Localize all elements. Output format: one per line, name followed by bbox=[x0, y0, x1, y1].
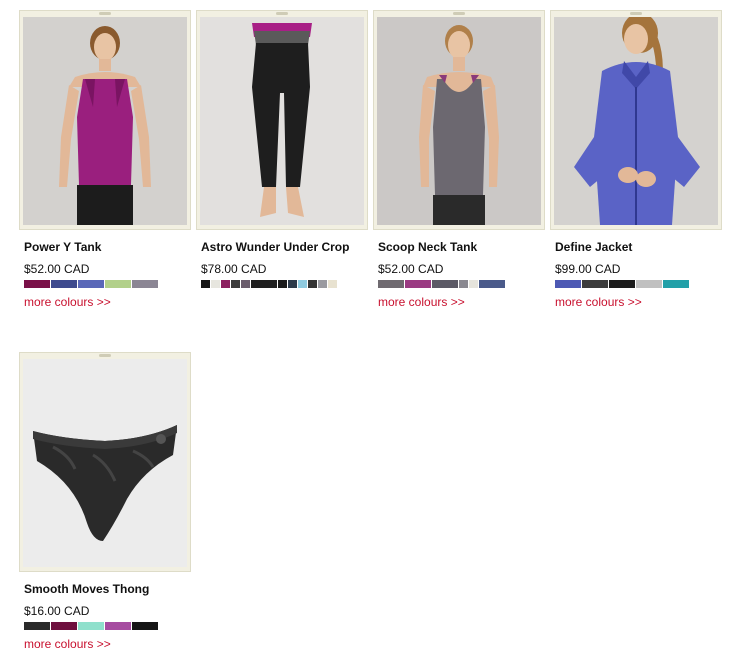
colour-swatch[interactable] bbox=[201, 280, 210, 288]
colour-swatches bbox=[24, 280, 158, 288]
colour-swatch[interactable] bbox=[308, 280, 317, 288]
product-image[interactable] bbox=[554, 17, 718, 225]
product-image[interactable] bbox=[23, 359, 187, 567]
colour-swatch[interactable] bbox=[328, 280, 337, 288]
colour-swatch[interactable] bbox=[609, 280, 635, 288]
product-name[interactable]: Astro Wunder Under Crop bbox=[201, 240, 349, 254]
colour-swatch[interactable] bbox=[318, 280, 327, 288]
colour-swatches bbox=[378, 280, 505, 288]
colour-swatch[interactable] bbox=[231, 280, 240, 288]
more-colours-link[interactable]: more colours >> bbox=[24, 295, 111, 309]
colour-swatch[interactable] bbox=[582, 280, 608, 288]
product-name[interactable]: Smooth Moves Thong bbox=[24, 582, 149, 596]
frame-notch bbox=[630, 12, 642, 15]
more-colours-link[interactable]: more colours >> bbox=[378, 295, 465, 309]
product-name[interactable]: Scoop Neck Tank bbox=[378, 240, 477, 254]
product-image[interactable] bbox=[377, 17, 541, 225]
colour-swatch[interactable] bbox=[663, 280, 689, 288]
product-image[interactable] bbox=[23, 17, 187, 225]
colour-swatch[interactable] bbox=[78, 622, 104, 630]
colour-swatch[interactable] bbox=[132, 280, 158, 288]
frame-notch bbox=[276, 12, 288, 15]
colour-swatches bbox=[24, 622, 158, 630]
colour-swatch[interactable] bbox=[636, 280, 662, 288]
colour-swatch[interactable] bbox=[405, 280, 431, 288]
colour-swatch[interactable] bbox=[24, 622, 50, 630]
product-price: $16.00 CAD bbox=[24, 604, 90, 618]
product-image-frame bbox=[196, 10, 368, 230]
colour-swatch[interactable] bbox=[278, 280, 287, 288]
colour-swatch[interactable] bbox=[479, 280, 505, 288]
more-colours-link[interactable]: more colours >> bbox=[555, 295, 642, 309]
colour-swatch[interactable] bbox=[288, 280, 297, 288]
product-image[interactable] bbox=[200, 17, 364, 225]
product-price: $99.00 CAD bbox=[555, 262, 621, 276]
colour-swatch[interactable] bbox=[105, 280, 131, 288]
colour-swatch[interactable] bbox=[132, 622, 158, 630]
colour-swatch[interactable] bbox=[459, 280, 468, 288]
product-image-frame bbox=[19, 352, 191, 572]
colour-swatch[interactable] bbox=[378, 280, 404, 288]
product-name[interactable]: Define Jacket bbox=[555, 240, 632, 254]
product-image-frame bbox=[19, 10, 191, 230]
colour-swatch[interactable] bbox=[469, 280, 478, 288]
colour-swatch[interactable] bbox=[555, 280, 581, 288]
colour-swatch[interactable] bbox=[298, 280, 307, 288]
colour-swatch[interactable] bbox=[241, 280, 250, 288]
colour-swatch[interactable] bbox=[78, 280, 104, 288]
colour-swatch[interactable] bbox=[211, 280, 220, 288]
colour-swatch[interactable] bbox=[105, 622, 131, 630]
colour-swatches bbox=[201, 280, 337, 288]
more-colours-link[interactable]: more colours >> bbox=[24, 637, 111, 651]
product-price: $52.00 CAD bbox=[24, 262, 90, 276]
product-price: $78.00 CAD bbox=[201, 262, 267, 276]
colour-swatch[interactable] bbox=[51, 622, 77, 630]
colour-swatch[interactable] bbox=[221, 280, 230, 288]
product-image-frame bbox=[550, 10, 722, 230]
colour-swatches bbox=[555, 280, 689, 288]
product-image-frame bbox=[373, 10, 545, 230]
frame-notch bbox=[453, 12, 465, 15]
frame-notch bbox=[99, 12, 111, 15]
colour-swatch[interactable] bbox=[251, 280, 277, 288]
colour-swatch[interactable] bbox=[51, 280, 77, 288]
frame-notch bbox=[99, 354, 111, 357]
colour-swatch[interactable] bbox=[432, 280, 458, 288]
colour-swatch[interactable] bbox=[24, 280, 50, 288]
product-price: $52.00 CAD bbox=[378, 262, 444, 276]
product-name[interactable]: Power Y Tank bbox=[24, 240, 101, 254]
